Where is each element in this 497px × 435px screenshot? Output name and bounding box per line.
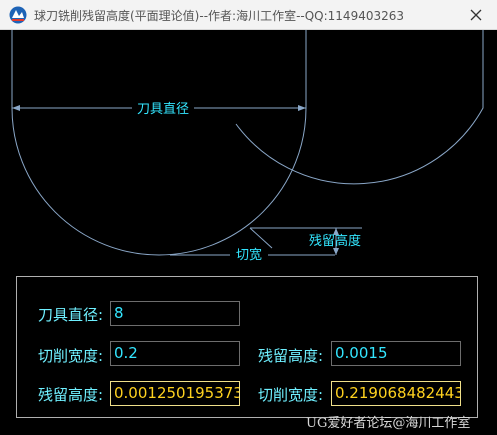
cut-width-input[interactable]: 0.2 xyxy=(110,341,240,366)
close-button[interactable] xyxy=(466,5,486,25)
arrow-icon xyxy=(333,248,339,255)
cut-width-label: 切削宽度: xyxy=(38,347,104,365)
cut-width-result-field[interactable]: 0.219068482443 xyxy=(331,381,461,406)
arrow-icon xyxy=(298,105,306,111)
arrow-icon xyxy=(12,105,20,111)
cut-width-label: 切宽 xyxy=(236,247,262,263)
window-title: 球刀铣削残留高度(平面理论值)--作者:海川工作室--QQ:1149403263 xyxy=(34,9,405,23)
residual-height-result-label: 残留高度: xyxy=(38,386,104,404)
close-icon xyxy=(470,9,482,21)
residual-height-input[interactable]: 0.0015 xyxy=(331,341,461,366)
residual-height-label: 残留高度 xyxy=(309,233,361,249)
watermark-text: UG爱好者论坛@海川工作室 xyxy=(306,416,471,431)
app-logo-icon xyxy=(9,6,27,24)
title-bar: 球刀铣削残留高度(平面理论值)--作者:海川工作室--QQ:1149403263 xyxy=(0,0,497,30)
ball-cutter-left-outline xyxy=(11,30,307,256)
residual-height-result-field[interactable]: 0.0012501953736 xyxy=(110,381,240,406)
ball-cutter-right-outline xyxy=(235,30,484,185)
cut-width-result-label: 切削宽度: xyxy=(258,386,324,404)
ball-cutter-diagram: 刀具直径 切宽 残留高度 xyxy=(11,30,484,263)
tool-diameter-label: 刀具直径 xyxy=(137,102,189,117)
tool-diameter-input[interactable]: 8 xyxy=(110,301,240,326)
residual-height-label: 残留高度: xyxy=(258,347,324,365)
tool-diameter-label: 刀具直径: xyxy=(38,306,104,324)
